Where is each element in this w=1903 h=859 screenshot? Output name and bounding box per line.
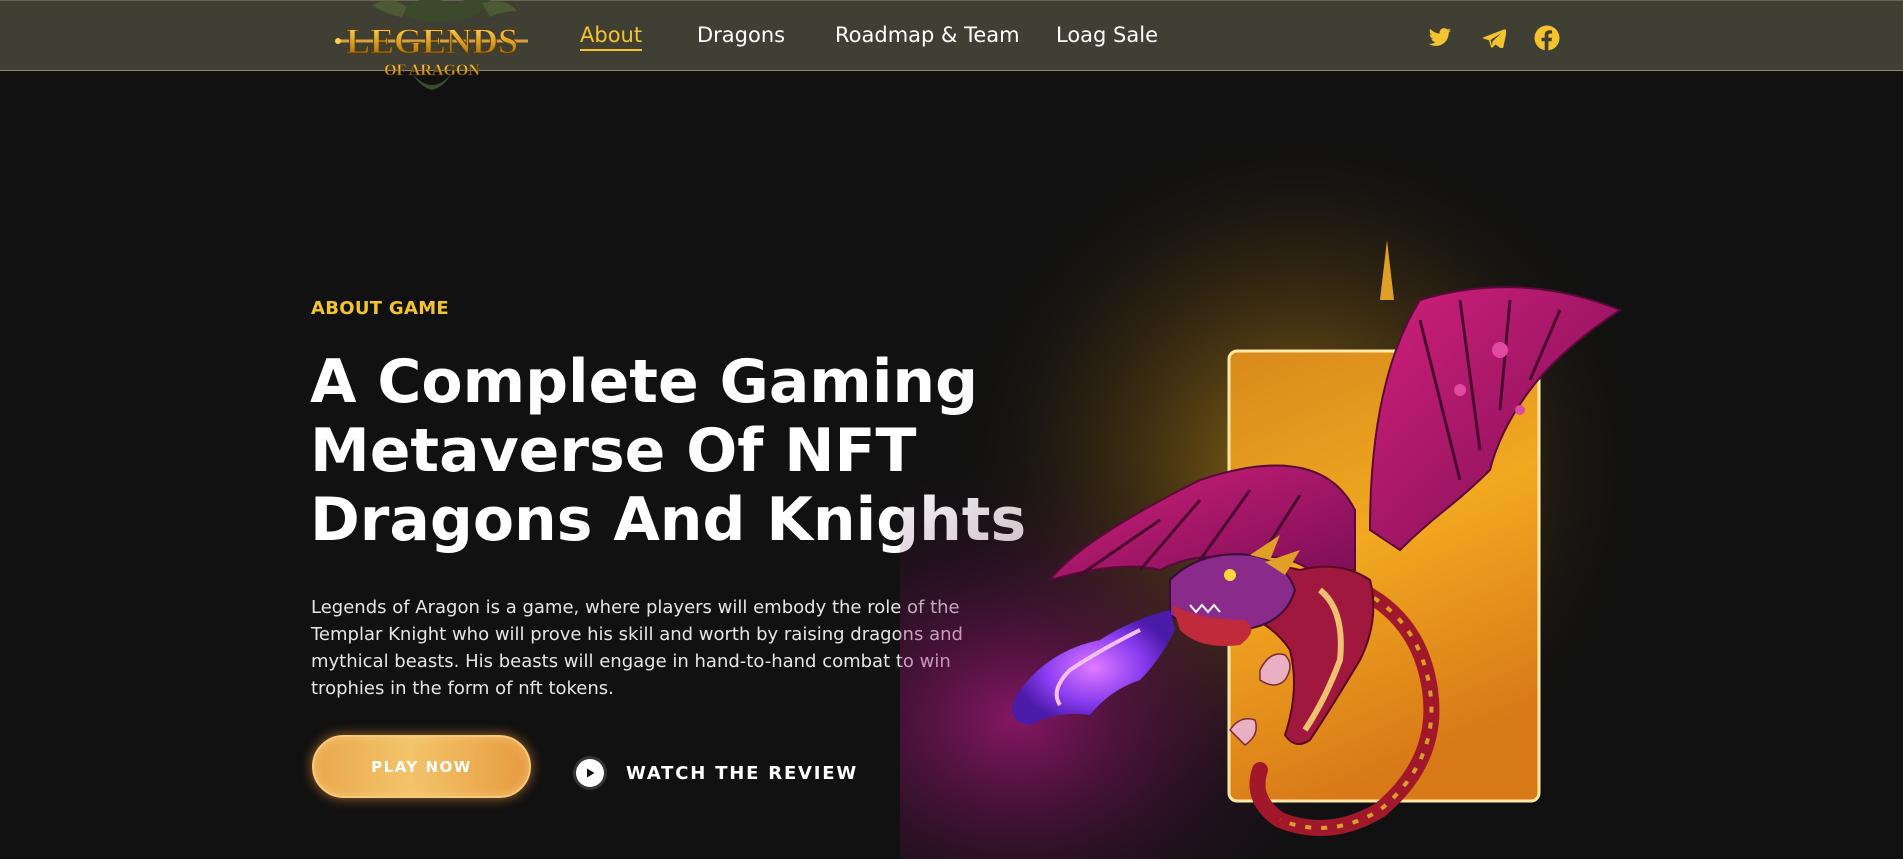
description-line: trophies in the form of nft tokens. bbox=[311, 678, 614, 699]
nav-item-about[interactable]: About bbox=[580, 23, 643, 51]
headline-line: Dragons And Knights bbox=[310, 485, 1027, 555]
play-now-button[interactable]: PLAY NOW bbox=[312, 735, 531, 798]
watch-review-label: WATCH THE REVIEW bbox=[626, 762, 859, 784]
top-nav-bar: LEGENDS OF ARAGON About Dragons Roadmap … bbox=[0, 0, 1903, 90]
logo[interactable]: LEGENDS OF ARAGON bbox=[332, 0, 532, 105]
hero-headline: A Complete Gaming Metaverse Of NFT Drago… bbox=[310, 347, 1027, 555]
telegram-icon[interactable] bbox=[1481, 25, 1507, 51]
headline-line: A Complete Gaming bbox=[310, 347, 979, 417]
svg-text:OF ARAGON: OF ARAGON bbox=[384, 62, 480, 79]
twitter-icon[interactable] bbox=[1427, 25, 1453, 51]
section-eyebrow: ABOUT GAME bbox=[311, 298, 450, 319]
logo-emblem-icon: LEGENDS OF ARAGON bbox=[335, 0, 528, 90]
hero-description: Legends of Aragon is a game, where playe… bbox=[311, 594, 963, 702]
description-line: Legends of Aragon is a game, where playe… bbox=[311, 597, 960, 618]
headline-line: Metaverse Of NFT bbox=[310, 416, 917, 486]
nav-item-dragons[interactable]: Dragons bbox=[697, 23, 785, 47]
description-line: Templar Knight who will prove his skill … bbox=[311, 624, 963, 645]
dragon-artwork bbox=[900, 150, 1660, 859]
page: LEGENDS OF ARAGON About Dragons Roadmap … bbox=[0, 0, 1903, 859]
svg-text:LEGENDS: LEGENDS bbox=[346, 21, 518, 61]
watch-review-link[interactable]: WATCH THE REVIEW bbox=[576, 758, 858, 788]
play-icon bbox=[576, 759, 604, 787]
nav-item-roadmap-team[interactable]: Roadmap & Team bbox=[835, 23, 1020, 47]
nav-item-loag-sale[interactable]: Loag Sale bbox=[1056, 23, 1158, 47]
facebook-icon[interactable] bbox=[1534, 25, 1560, 51]
description-line: mythical beasts. His beasts will engage … bbox=[311, 651, 951, 672]
